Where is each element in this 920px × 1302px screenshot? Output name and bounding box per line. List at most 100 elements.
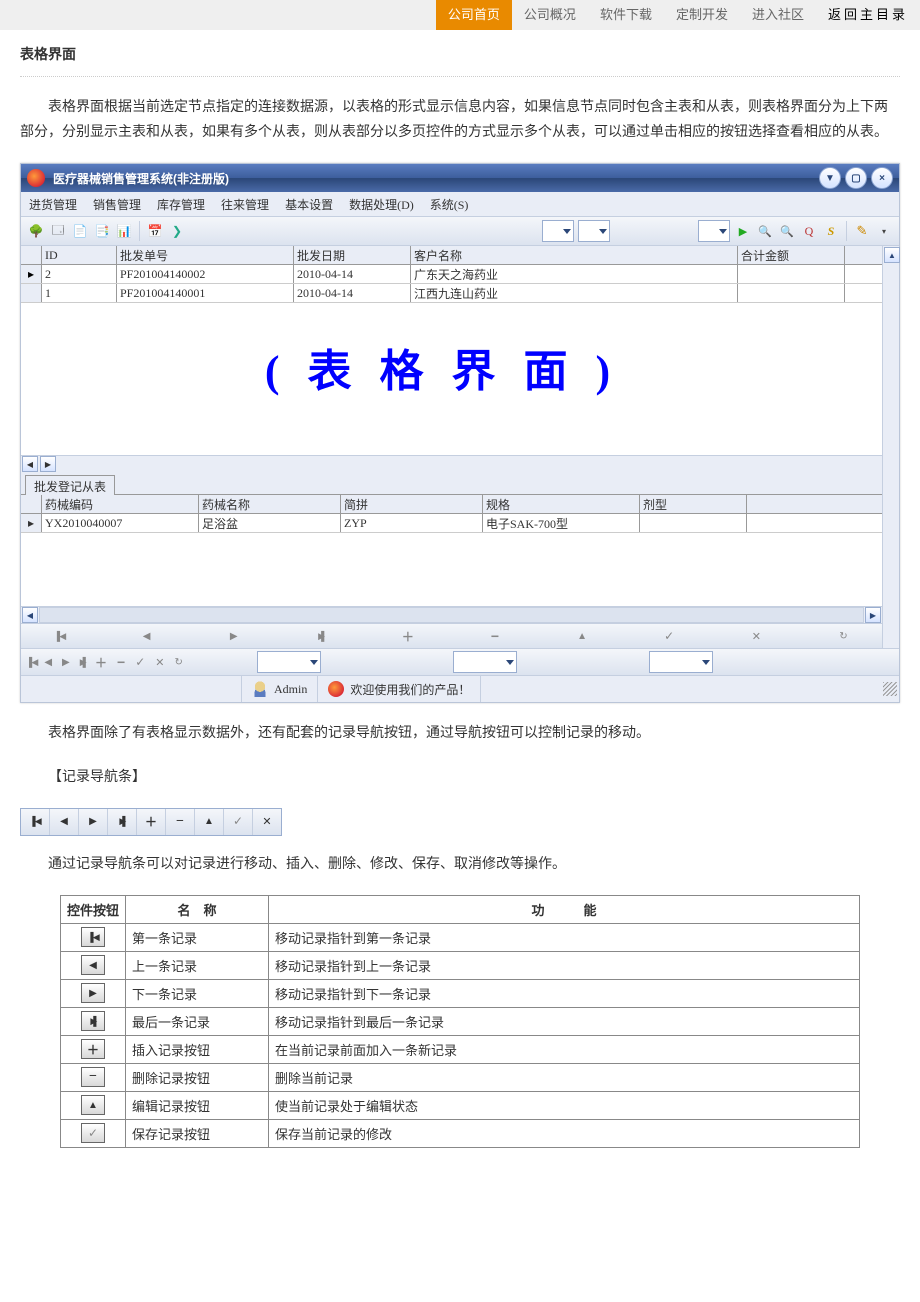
- detail-col-name[interactable]: 药械名称: [199, 495, 341, 513]
- nav-first-icon[interactable]: [54, 631, 66, 642]
- detail-col-spec[interactable]: 规格: [483, 495, 640, 513]
- detail-col-py[interactable]: 简拼: [341, 495, 483, 513]
- nav2-refresh-icon[interactable]: ↻: [173, 657, 185, 668]
- tool-form-icon[interactable]: 📄: [71, 222, 89, 240]
- intro-paragraph: 表格界面根据当前选定节点指定的连接数据源，以表格的形式显示信息内容，如果信息节点…: [20, 95, 900, 145]
- maximize-button[interactable]: ▢: [845, 167, 867, 189]
- menu-data[interactable]: 数据处理(D): [349, 196, 414, 213]
- detail-tab-register[interactable]: 批发登记从表: [25, 475, 115, 495]
- nav2-cancel-icon[interactable]: [153, 656, 166, 669]
- nav-community[interactable]: 进入社区: [740, 0, 816, 30]
- strip-prev-icon[interactable]: [50, 809, 79, 835]
- table-row[interactable]: ▸ 2 PF201004140002 2010-04-14 广东天之海药业: [21, 265, 882, 284]
- table-row: 删除记录按钮 删除当前记录: [61, 1063, 860, 1091]
- strip-insert-icon[interactable]: [137, 809, 166, 835]
- nav-post-icon[interactable]: [663, 629, 675, 643]
- row-indicator-icon: ▸: [21, 514, 42, 532]
- nav-refresh-icon[interactable]: ↻: [837, 631, 849, 642]
- tool-next-icon[interactable]: ❯: [168, 222, 186, 240]
- nav-cancel-icon[interactable]: [750, 630, 762, 643]
- strip-cancel-icon[interactable]: [253, 809, 281, 835]
- sort-icon[interactable]: S: [822, 222, 840, 240]
- tool-dropdown-2[interactable]: [578, 220, 610, 242]
- menu-sales[interactable]: 销售管理: [93, 196, 141, 213]
- tool-dropdown-1[interactable]: [542, 220, 574, 242]
- strip-post-icon[interactable]: [224, 809, 253, 835]
- nav2-insert-icon[interactable]: [93, 654, 109, 671]
- master-col-id[interactable]: ID: [42, 246, 117, 264]
- tool-dropdown-3[interactable]: [698, 220, 730, 242]
- btn-edit-icon: [81, 1095, 105, 1115]
- detail-hscroll[interactable]: ◀ ▶: [21, 606, 882, 623]
- master-col-name[interactable]: 客户名称: [411, 246, 738, 264]
- nav-download[interactable]: 软件下载: [588, 0, 664, 30]
- nav2-delete-icon[interactable]: [115, 654, 127, 670]
- nav2-last-icon[interactable]: [78, 657, 87, 668]
- tool-calendar-icon[interactable]: 📅: [146, 222, 164, 240]
- ref-th-func: 功 能: [269, 895, 860, 923]
- minimize-button[interactable]: ▼: [819, 167, 841, 189]
- strip-first-icon[interactable]: [21, 809, 50, 835]
- strip-next-icon[interactable]: [79, 809, 108, 835]
- edit-icon[interactable]: [853, 222, 871, 240]
- table-row[interactable]: 1 PF201004140001 2010-04-14 江西九连山药业: [21, 284, 882, 303]
- nav-back-main[interactable]: 返回主目录: [816, 0, 920, 30]
- table-row[interactable]: ▸ YX2010040007 足浴盆 ZYP 电子SAK-700型: [21, 514, 882, 533]
- btn-delete-icon: [81, 1067, 105, 1087]
- master-grid-body: ▸ 2 PF201004140002 2010-04-14 广东天之海药业 1 …: [21, 265, 882, 455]
- run-icon[interactable]: [734, 222, 752, 240]
- tool-report-icon[interactable]: 📑: [93, 222, 111, 240]
- nav-next-icon[interactable]: [228, 631, 240, 642]
- detail-col-form[interactable]: 剂型: [640, 495, 747, 513]
- nav2-next-icon[interactable]: [60, 657, 72, 668]
- nav-prev-icon[interactable]: [141, 631, 153, 642]
- tool-chart-icon[interactable]: 📊: [115, 222, 133, 240]
- strip-last-icon[interactable]: [108, 809, 137, 835]
- scroll-up-icon[interactable]: ▲: [884, 247, 900, 263]
- nav2-prev-icon[interactable]: [42, 657, 54, 668]
- menu-ar[interactable]: 往来管理: [221, 196, 269, 213]
- bottom-dropdown-2[interactable]: [453, 651, 517, 673]
- nav-edit-icon[interactable]: [576, 631, 588, 642]
- btn-first-icon: [81, 927, 105, 947]
- menu-system[interactable]: 系统(S): [430, 196, 469, 213]
- master-col-date[interactable]: 批发日期: [294, 246, 411, 264]
- nav-last-icon[interactable]: [315, 631, 327, 642]
- menu-settings[interactable]: 基本设置: [285, 196, 333, 213]
- resize-grip-icon[interactable]: [883, 682, 897, 696]
- strip-delete-icon[interactable]: [166, 809, 195, 835]
- nav-home[interactable]: 公司首页: [436, 0, 512, 30]
- status-bar: Admin 欢迎使用我们的产品！: [21, 675, 899, 702]
- status-welcome: 欢迎使用我们的产品！: [318, 676, 481, 702]
- detail-col-code[interactable]: 药械编码: [42, 495, 199, 513]
- nav-custom[interactable]: 定制开发: [664, 0, 740, 30]
- table-row: 下一条记录 移动记录指针到下一条记录: [61, 979, 860, 1007]
- menu-stock[interactable]: 库存管理: [157, 196, 205, 213]
- close-button[interactable]: ×: [871, 167, 893, 189]
- vertical-scrollbar[interactable]: ▲: [883, 246, 899, 648]
- tool-grid-icon[interactable]: 🗔: [49, 222, 67, 240]
- menu-purchase[interactable]: 进货管理: [29, 196, 77, 213]
- master-col-amt[interactable]: 合计金额: [738, 246, 845, 264]
- search-next-icon[interactable]: [778, 222, 796, 240]
- nav2-post-icon[interactable]: [133, 655, 147, 669]
- nav-about[interactable]: 公司概况: [512, 0, 588, 30]
- nav-desc-paragraph: 通过记录导航条可以对记录进行移动、插入、删除、修改、保存、取消修改等操作。: [20, 852, 900, 877]
- bottom-dropdown-3[interactable]: [649, 651, 713, 673]
- master-col-code[interactable]: 批发单号: [117, 246, 294, 264]
- nav-delete-icon[interactable]: [489, 628, 501, 644]
- tool-tree-icon[interactable]: 🌳: [27, 222, 45, 240]
- table-row: 插入记录按钮 在当前记录前面加入一条新记录: [61, 1035, 860, 1063]
- detail-navigator: ↻: [21, 623, 882, 648]
- tool-menu-arrow-icon[interactable]: ▾: [875, 222, 893, 240]
- search-icon[interactable]: [756, 222, 774, 240]
- filter-icon[interactable]: Q: [800, 222, 818, 240]
- nav2-first-icon[interactable]: [27, 657, 36, 668]
- table-row: 编辑记录按钮 使当前记录处于编辑状态: [61, 1091, 860, 1119]
- app-icon: [27, 169, 45, 187]
- nav-insert-icon[interactable]: [402, 628, 414, 645]
- master-hscroll[interactable]: ◀ ▶: [21, 455, 882, 472]
- bottom-dropdown-1[interactable]: [257, 651, 321, 673]
- strip-edit-icon[interactable]: [195, 809, 224, 835]
- detail-grid-header: 药械编码 药械名称 简拼 规格 剂型: [21, 495, 882, 514]
